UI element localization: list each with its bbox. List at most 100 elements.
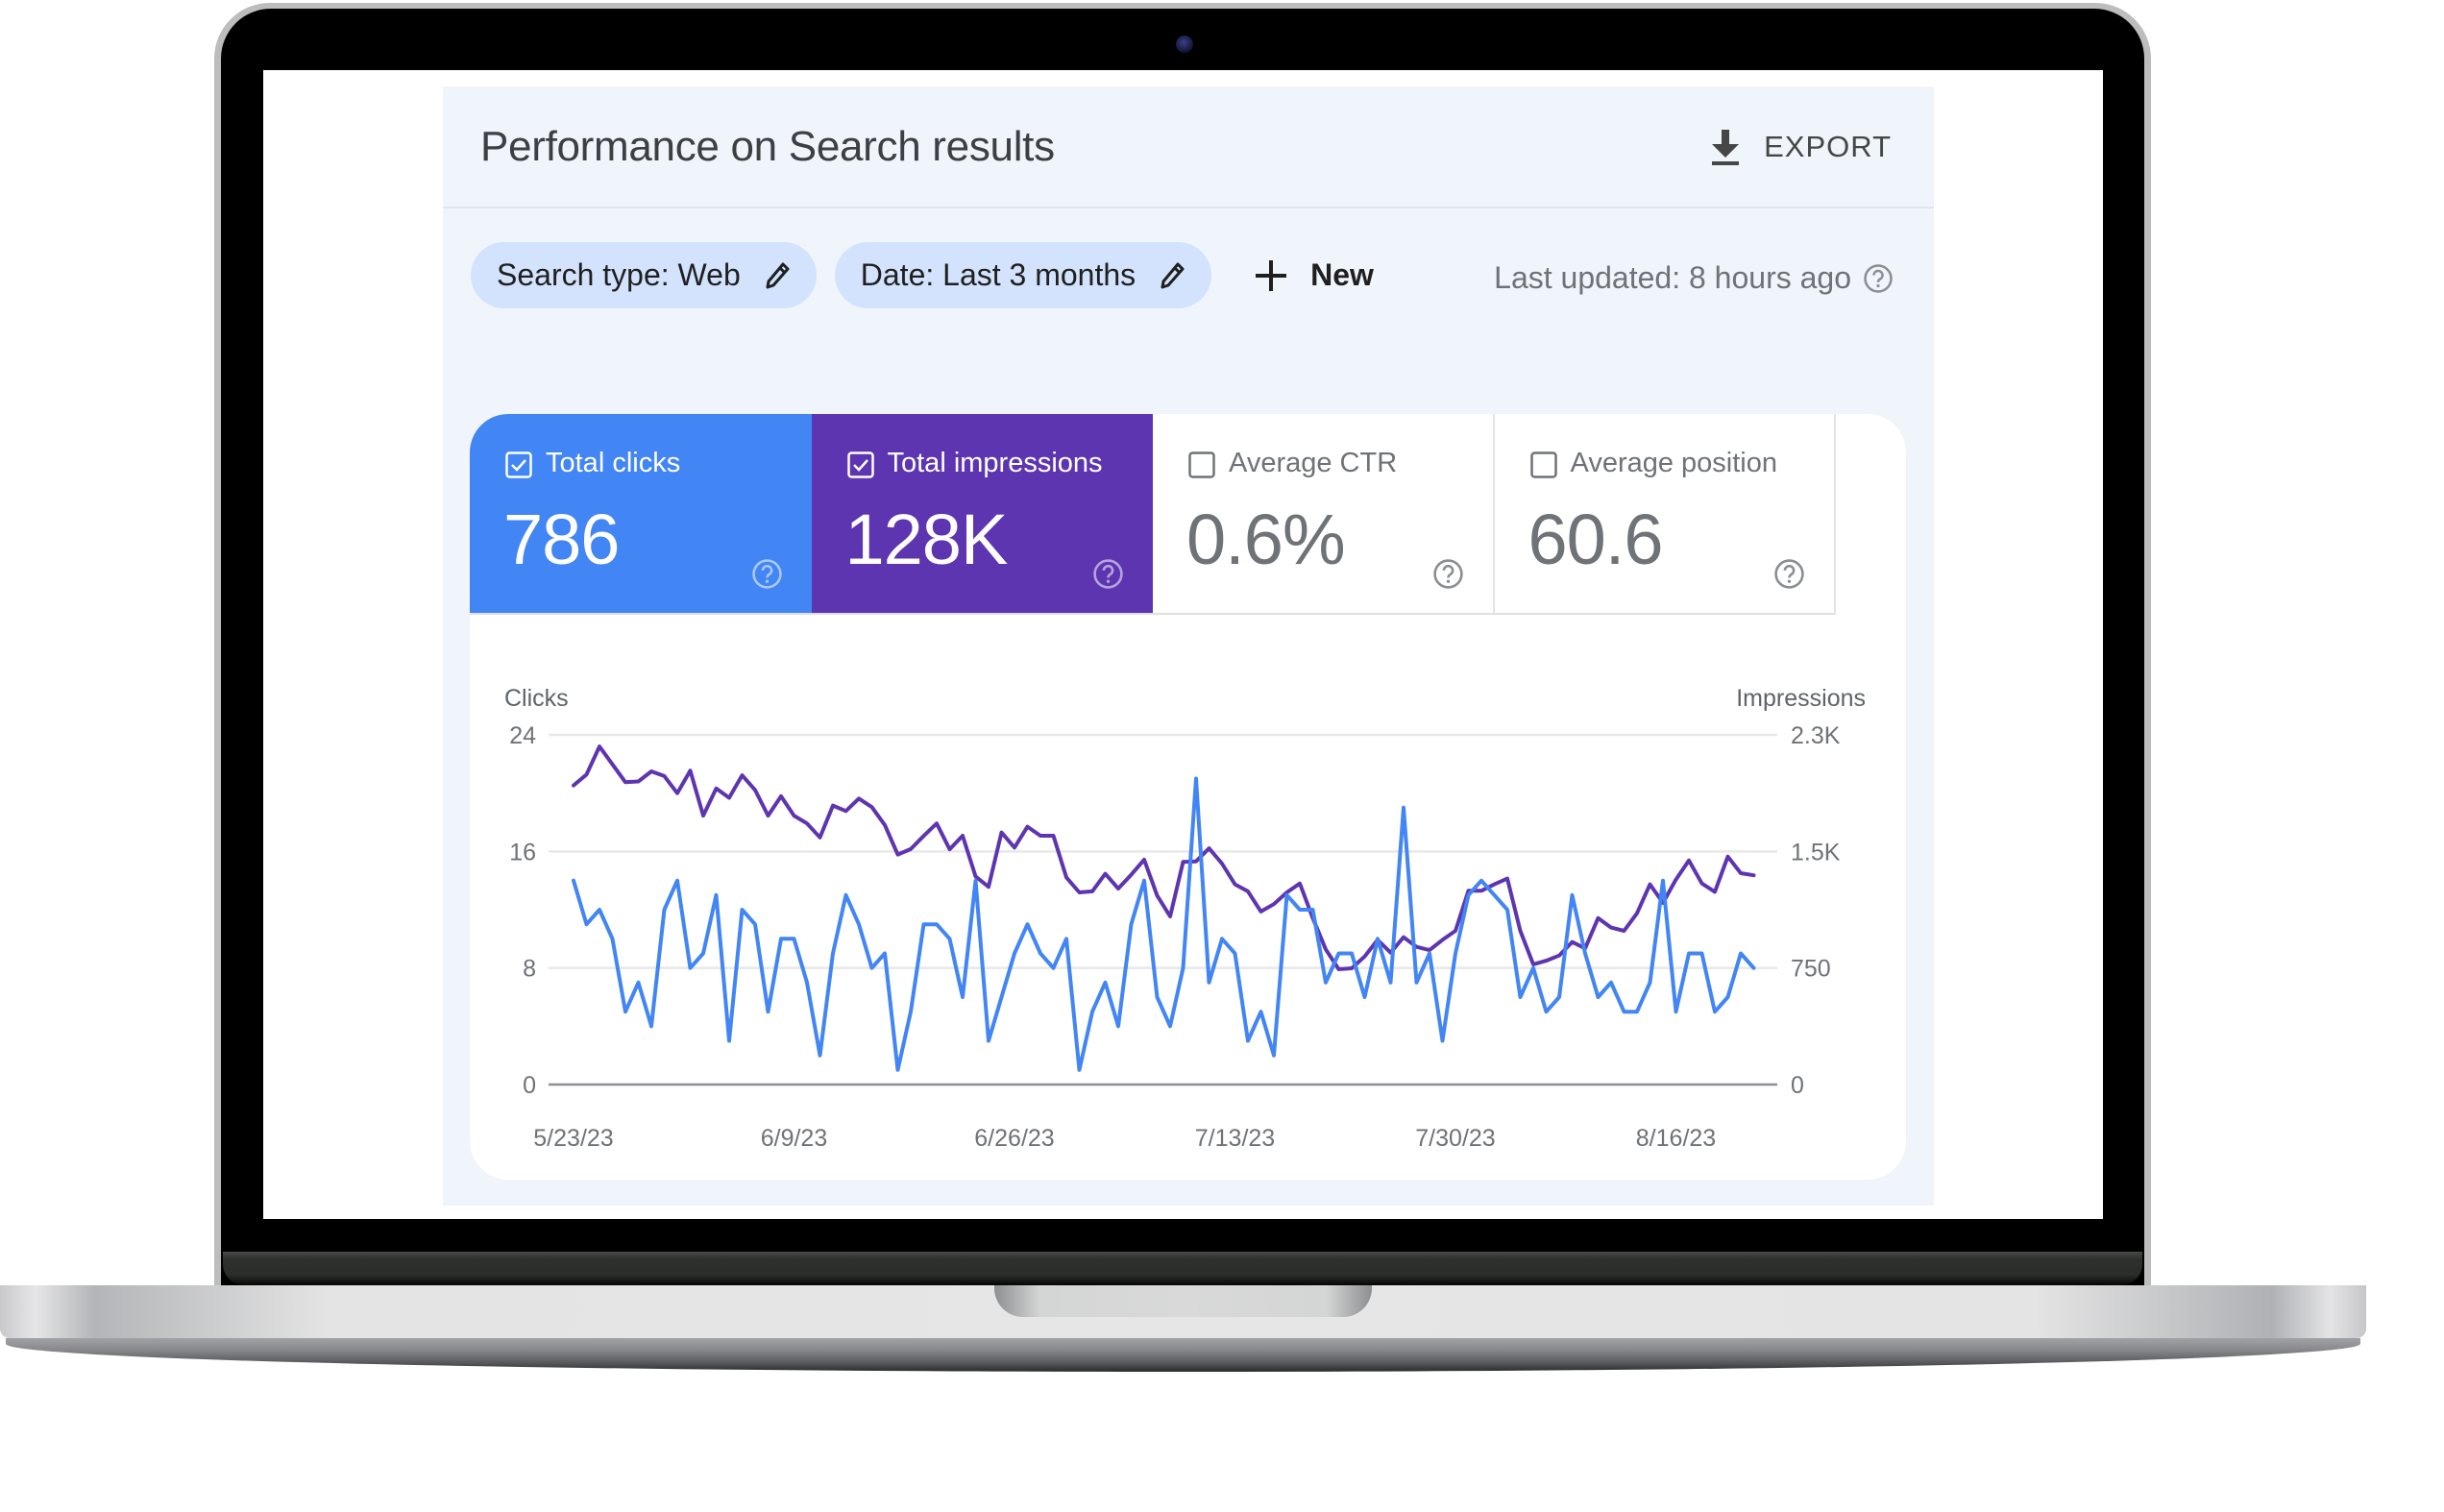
data-point-clicks[interactable] xyxy=(1375,936,1381,941)
data-point-impressions[interactable] xyxy=(1725,854,1731,860)
data-point-clicks[interactable] xyxy=(688,965,694,971)
checkbox-checked-icon[interactable] xyxy=(846,451,874,478)
data-point-clicks[interactable] xyxy=(597,907,602,913)
data-point-impressions[interactable] xyxy=(1674,877,1679,883)
data-point-impressions[interactable] xyxy=(700,813,706,818)
data-point-clicks[interactable] xyxy=(960,994,965,1000)
data-point-impressions[interactable] xyxy=(1038,833,1043,839)
data-point-impressions[interactable] xyxy=(674,791,680,796)
data-point-impressions[interactable] xyxy=(818,835,823,841)
data-point-impressions[interactable] xyxy=(1401,935,1406,940)
data-point-clicks[interactable] xyxy=(778,936,784,941)
data-point-impressions[interactable] xyxy=(1492,882,1498,888)
data-point-clicks[interactable] xyxy=(1504,907,1510,913)
data-point-clicks[interactable] xyxy=(895,1067,901,1073)
data-point-clicks[interactable] xyxy=(999,994,1005,1000)
data-point-clicks[interactable] xyxy=(804,980,810,986)
data-point-impressions[interactable] xyxy=(623,779,628,785)
data-point-impressions[interactable] xyxy=(1570,939,1576,945)
data-point-clicks[interactable] xyxy=(766,1009,771,1014)
data-point-clicks[interactable] xyxy=(908,1009,914,1014)
data-point-impressions[interactable] xyxy=(1233,882,1238,888)
data-point-clicks[interactable] xyxy=(1063,936,1069,941)
data-point-clicks[interactable] xyxy=(1025,921,1031,927)
data-point-clicks[interactable] xyxy=(1259,1009,1264,1014)
data-point-impressions[interactable] xyxy=(947,846,953,852)
data-point-impressions[interactable] xyxy=(1167,914,1173,919)
data-point-clicks[interactable] xyxy=(648,1023,654,1029)
data-point-clicks[interactable] xyxy=(1582,951,1588,957)
data-point-clicks[interactable] xyxy=(1129,921,1135,927)
data-point-clicks[interactable] xyxy=(1207,980,1212,986)
data-point-impressions[interactable] xyxy=(1504,876,1510,882)
data-point-clicks[interactable] xyxy=(1596,994,1601,1000)
data-point-clicks[interactable] xyxy=(1414,980,1420,986)
data-point-impressions[interactable] xyxy=(843,808,849,814)
data-point-clicks[interactable] xyxy=(1297,907,1303,913)
data-point-clicks[interactable] xyxy=(1089,1009,1095,1014)
data-point-impressions[interactable] xyxy=(662,773,668,779)
data-point-clicks[interactable] xyxy=(1674,1009,1679,1014)
data-point-clicks[interactable] xyxy=(869,965,875,971)
data-point-impressions[interactable] xyxy=(1634,911,1640,916)
data-point-impressions[interactable] xyxy=(714,786,720,792)
data-point-clicks[interactable] xyxy=(1440,1038,1446,1044)
data-point-impressions[interactable] xyxy=(1063,874,1069,880)
data-point-clicks[interactable] xyxy=(1738,951,1744,957)
data-point-impressions[interactable] xyxy=(1077,890,1083,895)
data-point-clicks[interactable] xyxy=(1051,965,1057,971)
data-point-impressions[interactable] xyxy=(752,787,758,793)
data-point-clicks[interactable] xyxy=(1466,892,1472,898)
data-point-impressions[interactable] xyxy=(1648,882,1653,888)
metric-average-ctr[interactable]: Average CTR 0.6% xyxy=(1153,414,1495,613)
data-point-impressions[interactable] xyxy=(856,795,862,801)
data-point-clicks[interactable] xyxy=(1608,980,1614,986)
export-button[interactable]: EXPORT xyxy=(1708,128,1892,166)
help-circle-icon[interactable] xyxy=(1432,558,1464,590)
help-circle-icon[interactable] xyxy=(1773,558,1805,590)
data-point-clicks[interactable] xyxy=(856,921,862,927)
data-point-clicks[interactable] xyxy=(1193,776,1199,782)
performance-chart[interactable]: Clicks Impressions 0 8 16 24 0 750 1.5K 2.3K 5… xyxy=(470,613,1906,1180)
data-point-impressions[interactable] xyxy=(1271,901,1277,907)
data-point-impressions[interactable] xyxy=(1089,889,1095,894)
data-point-impressions[interactable] xyxy=(1103,871,1109,877)
data-point-impressions[interactable] xyxy=(934,820,940,826)
data-point-clicks[interactable] xyxy=(1479,878,1484,884)
data-point-clicks[interactable] xyxy=(1453,951,1458,957)
data-point-impressions[interactable] xyxy=(960,833,965,839)
data-point-impressions[interactable] xyxy=(986,884,991,890)
checkbox-unchecked-icon[interactable] xyxy=(1188,451,1215,478)
data-point-impressions[interactable] xyxy=(1751,872,1757,878)
data-point-impressions[interactable] xyxy=(688,768,694,773)
data-point-clicks[interactable] xyxy=(934,921,940,927)
data-point-clicks[interactable] xyxy=(1233,951,1238,957)
data-point-impressions[interactable] xyxy=(1686,858,1692,864)
data-point-impressions[interactable] xyxy=(1115,886,1121,891)
data-point-clicks[interactable] xyxy=(1284,892,1290,898)
data-point-impressions[interactable] xyxy=(1544,958,1550,963)
data-point-impressions[interactable] xyxy=(921,833,927,839)
data-point-clicks[interactable] xyxy=(986,1038,991,1044)
data-point-clicks[interactable] xyxy=(636,980,642,986)
data-point-clicks[interactable] xyxy=(1388,980,1394,986)
metric-total-clicks[interactable]: Total clicks 786 xyxy=(470,414,812,613)
data-point-impressions[interactable] xyxy=(1155,892,1161,898)
metric-average-position[interactable]: Average position 60.6 xyxy=(1494,414,1836,613)
data-point-clicks[interactable] xyxy=(1336,951,1342,957)
data-point-clicks[interactable] xyxy=(1012,951,1017,957)
data-point-clicks[interactable] xyxy=(700,951,706,957)
data-point-impressions[interactable] xyxy=(1141,857,1147,863)
data-point-clicks[interactable] xyxy=(1038,951,1043,957)
data-point-impressions[interactable] xyxy=(1193,859,1199,865)
data-point-clicks[interactable] xyxy=(1686,951,1692,957)
data-point-clicks[interactable] xyxy=(1271,1053,1277,1059)
data-point-impressions[interactable] xyxy=(1479,888,1484,893)
data-point-impressions[interactable] xyxy=(1219,861,1225,866)
search-type-chip[interactable]: Search type: Web xyxy=(471,242,817,308)
data-point-impressions[interactable] xyxy=(804,820,810,826)
data-point-impressions[interactable] xyxy=(610,762,616,768)
data-point-clicks[interactable] xyxy=(1427,951,1432,957)
data-point-clicks[interactable] xyxy=(623,1009,628,1014)
data-point-impressions[interactable] xyxy=(1738,870,1744,876)
